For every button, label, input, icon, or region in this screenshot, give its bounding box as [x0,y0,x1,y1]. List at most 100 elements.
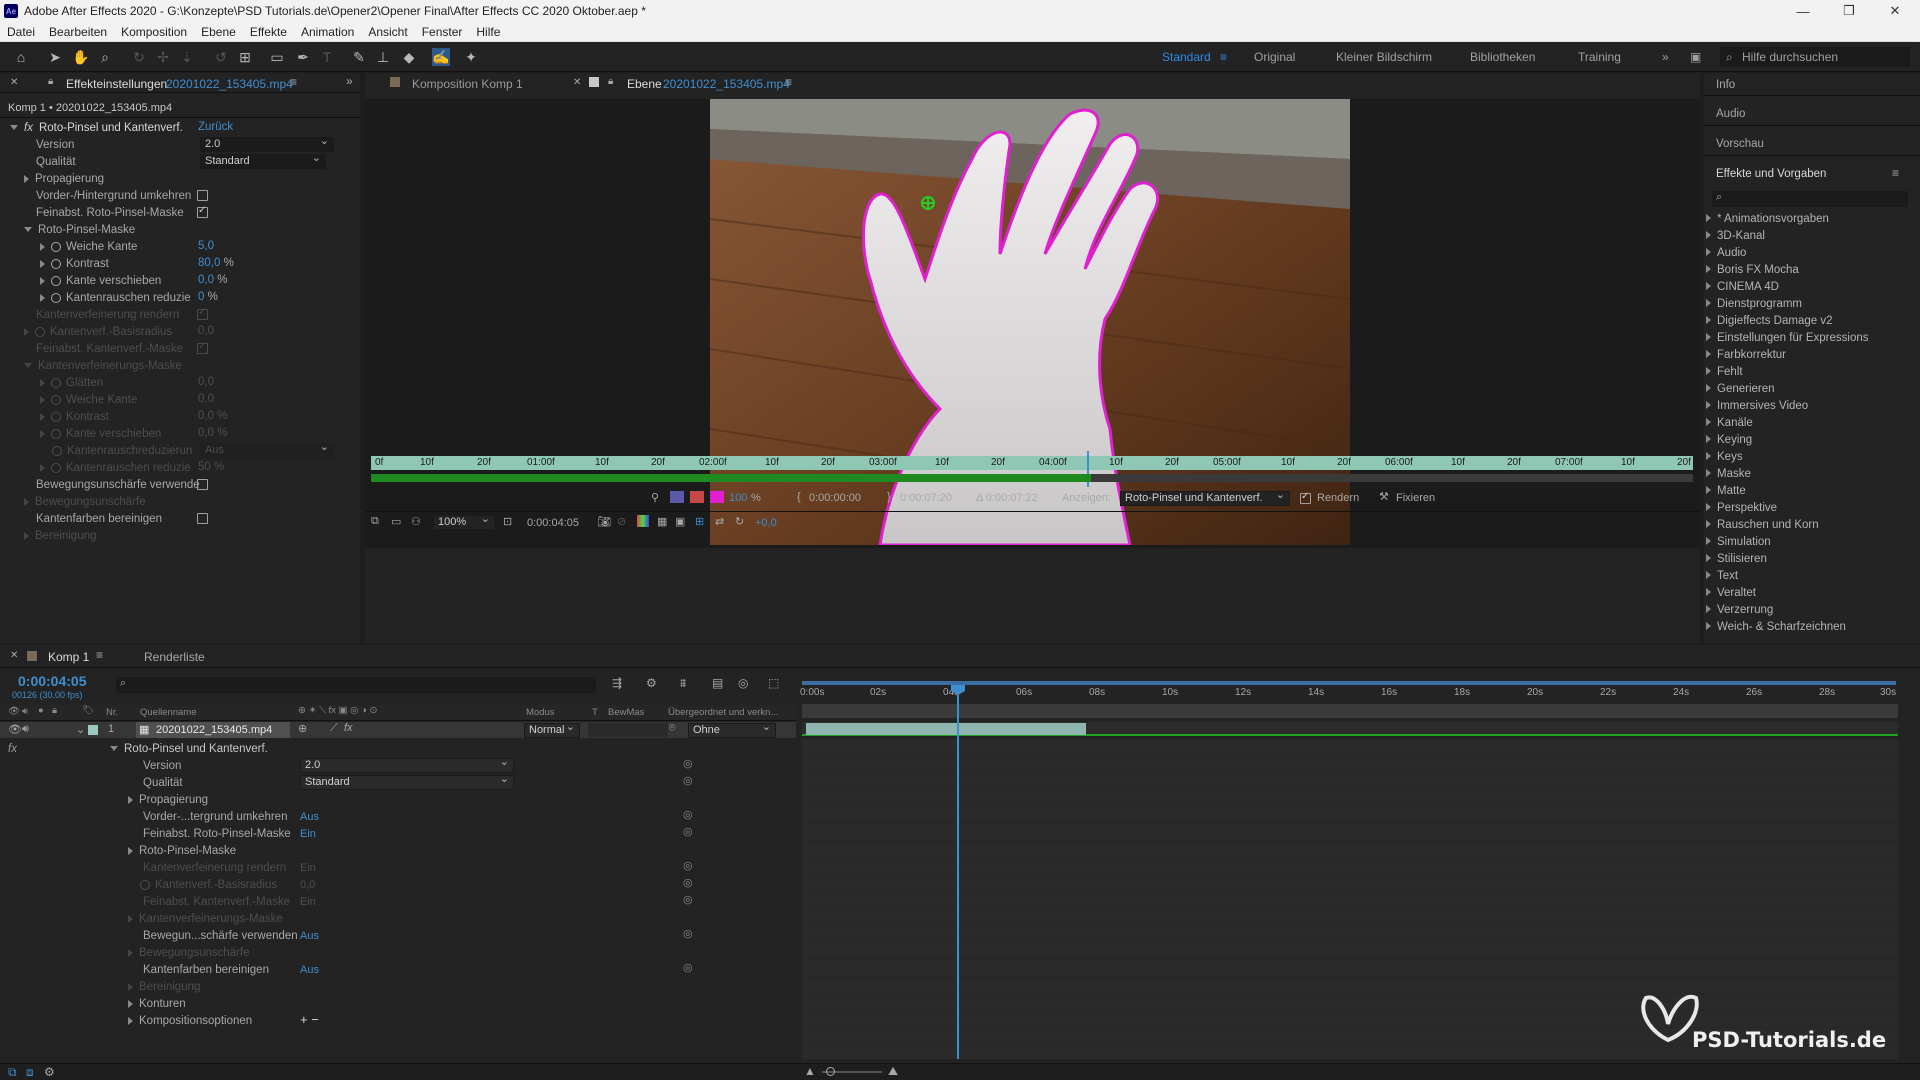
add-remove-comp-option[interactable]: + − [300,1012,319,1027]
work-area-bar[interactable] [802,681,1896,685]
effect-category[interactable]: Keys [1706,451,1743,463]
pickwhip-icon[interactable]: ◎ [683,961,693,974]
menu-fenster[interactable]: Fenster [415,25,470,39]
effect-header-row[interactable]: fx Roto-Pinsel und Kantenverf. [10,119,183,136]
close-tab-icon[interactable]: ✕ [10,650,18,661]
tab-effect-file[interactable]: 20201022_153405.mp4 [166,77,293,91]
effect-category[interactable]: Matte [1706,485,1746,497]
pickwhip-icon[interactable]: ◎ [683,893,693,906]
effect-controls-tab[interactable]: ✕ 🔒︎ Effekteinstellungen 20201022_153405… [0,73,360,93]
effect-category[interactable]: CINEMA 4D [1706,281,1779,293]
tl-contours-row[interactable]: Konturen [128,995,186,1012]
pickwhip-icon[interactable]: ◎ [683,825,693,838]
zoom-tool-icon[interactable]: ⌕ [96,48,114,66]
time-ruler[interactable]: 0:00s 02s 04s 06s 08s 10s 12s 14s 16s 18s 20s 22s 24… [800,687,1900,703]
effect-category[interactable]: 3D-Kanal [1706,230,1765,242]
lock-icon[interactable]: 🔒︎ [608,76,613,87]
effect-category[interactable]: Audio [1706,247,1746,259]
fx-icon[interactable]: fx [24,122,33,134]
effect-category[interactable]: Boris FX Mocha [1706,264,1799,276]
draft-3d-icon[interactable]: ⚙ [646,676,657,690]
tl-comp-options-row[interactable]: Kompositionsoptionen [128,1012,252,1029]
effect-category[interactable]: Text [1706,570,1738,582]
effects-presets-title[interactable]: Effekte und Vorgaben [1716,168,1826,180]
parent-dropdown[interactable]: Ohne [688,721,776,738]
in-point-icon[interactable]: { [797,491,801,503]
effect-category[interactable]: * Animationsvorgaben [1706,213,1829,225]
layer-duration-bar[interactable] [806,723,1086,735]
propagation-group[interactable]: Propagierung [24,170,104,187]
tab-menu-icon[interactable]: ≡ [96,648,103,662]
alpha-boundary-icon[interactable] [690,491,704,503]
minimize-button[interactable]: — [1780,0,1826,22]
effect-category[interactable]: Farbkorrektur [1706,349,1786,361]
zoom-in-icon[interactable]: ⛰ [888,1064,898,1079]
effects-menu-icon[interactable]: ≡ [1892,166,1899,180]
solo-icon[interactable]: ● [38,705,44,716]
monitor-icon[interactable]: ▭ [391,515,401,528]
effects-search-input[interactable]: ⌕ [1712,191,1908,207]
rectangle-tool-icon[interactable]: ▭ [268,48,286,66]
tab-render-queue[interactable]: Renderliste [144,650,205,664]
effect-category[interactable]: Dienstprogramm [1706,298,1802,310]
graph-editor-icon[interactable]: ⬚ [768,676,779,690]
rotate-tool-icon[interactable]: ↺ [212,48,230,66]
version-dropdown[interactable]: 2.0 [200,135,334,152]
clone-stamp-icon[interactable]: ⊥ [374,48,392,66]
tab-menu-icon[interactable]: ≡ [785,75,792,89]
reset-exposure-icon[interactable]: ↻ [735,515,744,528]
expand-panel-icon[interactable]: » [346,74,353,88]
tl-motion-use-value[interactable]: Aus [300,930,319,942]
timeline-timecode[interactable]: 0:00:04:05 [18,673,87,689]
view-options-icon[interactable]: ⚇ [411,515,421,528]
tab-effect-controls[interactable]: Effekteinstellungen [66,77,167,91]
motion-blur-use-checkbox[interactable] [197,479,208,490]
always-preview-icon[interactable]: ⧉ [371,515,379,528]
effect-category[interactable]: Fehlt [1706,366,1743,378]
region-icon[interactable]: ▣ [675,515,685,528]
workspace-libraries[interactable]: Bibliotheken [1470,50,1535,64]
pickwhip-icon[interactable]: ◎ [683,808,693,821]
tab-composition[interactable]: Komposition Komp 1 [412,77,523,91]
toggle-modes-icon[interactable]: ⧈ [26,1065,34,1080]
zoom-slider-knob[interactable] [826,1067,835,1076]
pickwhip-icon[interactable]: ◎ [683,757,693,770]
workspace-small-screen[interactable]: Kleiner Bildschirm [1336,50,1432,64]
effect-category[interactable]: Generieren [1706,383,1775,395]
layer-name[interactable]: ▦ 20201022_153405.mp4 [136,722,290,738]
tab-layer-file[interactable]: 20201022_153405.mp4 [663,77,790,91]
workspace-standard[interactable]: Standard [1162,50,1211,64]
toggle-switches-icon[interactable]: ⧉ [8,1065,17,1080]
quality-switch-icon[interactable]: ⟋ [330,722,338,735]
puppet-pin-tool-icon[interactable]: ✦ [462,48,480,66]
fine-roto-checkbox[interactable] [197,205,208,218]
dolly-tool-icon[interactable]: ⇣ [178,48,196,66]
decontam-checkbox[interactable] [197,513,208,524]
roto-mask-group[interactable]: Roto-Pinsel-Maske [24,221,135,238]
pickwhip-icon[interactable]: ◎ [683,774,693,787]
switch-icon[interactable]: ⊕ [298,722,307,735]
shy-layers-icon[interactable]: ⩩ [680,676,686,691]
close-tab-icon[interactable]: ✕ [10,77,18,88]
workspace-menu-icon[interactable]: ≡ [1220,50,1227,64]
tl-propagation-row[interactable]: Propagierung [128,791,208,808]
workspace-training[interactable]: Training [1578,50,1621,64]
soft-edge-value[interactable]: 5,0 [198,240,214,252]
tl-fine-roto-value[interactable]: Ein [300,828,316,840]
stopwatch-icon[interactable] [51,241,61,252]
timeline-search-input[interactable]: ⌕ [116,677,596,693]
fine-refine-checkbox[interactable] [197,341,208,354]
tl-quality-dropdown[interactable]: Standard [300,773,514,790]
menu-ebene[interactable]: Ebene [194,25,243,39]
stopwatch-icon[interactable] [51,292,61,303]
effect-category[interactable]: Veraltet [1706,587,1756,599]
preview-panel-tab[interactable]: Vorschau [1716,138,1764,150]
effect-category[interactable]: Weich- & Scharfzeichnen [1706,621,1846,633]
menu-bearbeiten[interactable]: Bearbeiten [42,25,114,39]
pickwhip-icon[interactable]: ◎ [683,876,693,889]
out-point-icon[interactable]: } [887,491,891,503]
menu-datei[interactable]: Datei [0,25,42,39]
fit-icon[interactable]: ⊡ [503,515,512,528]
anchor-tool-icon[interactable]: ⊞ [236,48,254,66]
col-source[interactable]: Quellenname [140,707,197,718]
